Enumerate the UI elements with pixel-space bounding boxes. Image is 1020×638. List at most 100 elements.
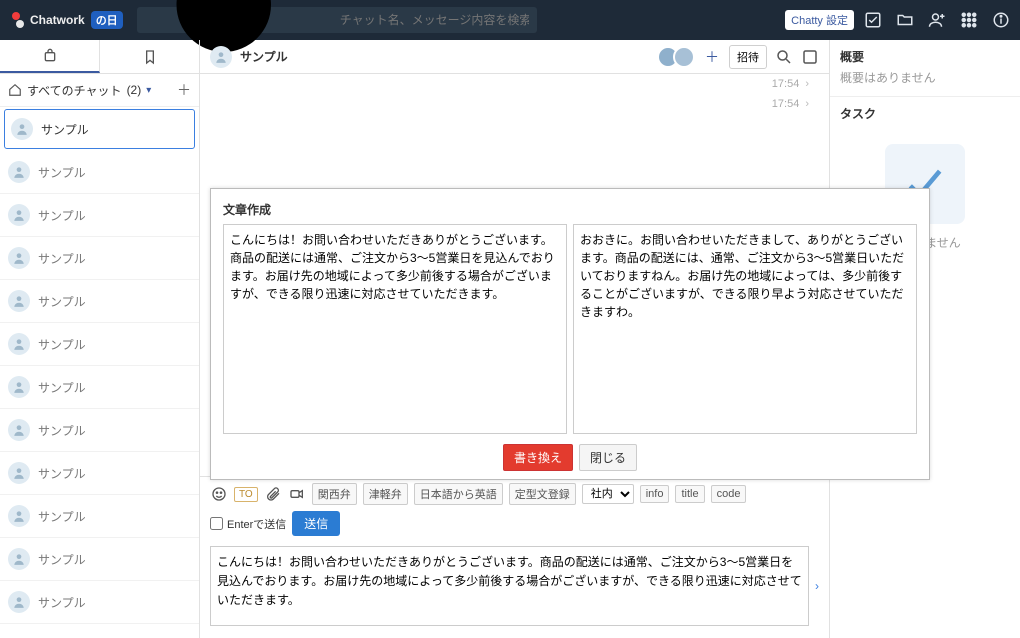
left-tabs xyxy=(0,40,199,74)
member-avatars[interactable] xyxy=(663,46,695,68)
chatty-settings-button[interactable]: Chatty 設定 xyxy=(785,10,854,30)
room-header: サンプル ＋ 招待 xyxy=(200,40,829,74)
top-icons xyxy=(864,11,1010,29)
info-icon[interactable] xyxy=(992,11,1010,29)
chat-item-label: サンプル xyxy=(38,250,86,267)
enter-send-toggle[interactable]: Enterで送信 xyxy=(210,516,286,532)
avatar-icon xyxy=(8,204,30,226)
chat-item-label: サンプル xyxy=(38,293,86,310)
enter-send-checkbox[interactable] xyxy=(210,517,223,530)
chip-info[interactable]: info xyxy=(640,485,670,503)
topbar: Chatwork の日 Chatty 設定 xyxy=(0,0,1020,40)
chat-item-label: サンプル xyxy=(38,551,86,568)
editor-right-textarea[interactable] xyxy=(573,224,917,434)
checkbox-icon[interactable] xyxy=(864,11,882,29)
chevron-right-icon: › xyxy=(805,98,809,110)
add-contact-icon[interactable] xyxy=(928,11,946,29)
expand-icon[interactable] xyxy=(801,48,819,66)
avatar-icon xyxy=(8,505,30,527)
avatar-icon xyxy=(11,118,33,140)
search-icon[interactable] xyxy=(775,48,793,66)
avatar-icon xyxy=(210,46,232,68)
chat-item[interactable]: サンプル xyxy=(0,366,199,409)
attachment-icon[interactable] xyxy=(264,485,282,503)
chat-item[interactable]: サンプル xyxy=(0,151,199,194)
day-badge: の日 xyxy=(91,11,123,29)
compose-area: TO 関西弁 津軽弁 日本語から英語 定型文登録 社内 info title c… xyxy=(200,476,829,638)
chat-filter-label: すべてのチャット xyxy=(27,82,122,99)
chevron-right-icon: › xyxy=(805,78,809,90)
chat-item-label: サンプル xyxy=(41,121,89,138)
chat-item[interactable]: サンプル xyxy=(0,280,199,323)
avatar-icon xyxy=(8,376,30,398)
chat-item[interactable]: サンプル xyxy=(0,581,199,624)
chat-item-label: サンプル xyxy=(38,422,86,439)
product-name: Chatwork xyxy=(30,13,85,27)
chat-item-label: サンプル xyxy=(38,508,86,525)
convert-kansai-button[interactable]: 関西弁 xyxy=(312,483,357,505)
compose-toolbar: TO 関西弁 津軽弁 日本語から英語 定型文登録 社内 info title c… xyxy=(200,477,829,542)
scope-select[interactable]: 社内 xyxy=(582,484,634,504)
avatar-icon xyxy=(8,161,30,183)
emoji-icon[interactable] xyxy=(210,485,228,503)
chip-code[interactable]: code xyxy=(711,485,747,503)
avatar-icon xyxy=(8,548,30,570)
chat-item[interactable]: サンプル xyxy=(0,538,199,581)
chat-item-label: サンプル xyxy=(38,594,86,611)
editor-left-textarea[interactable] xyxy=(223,224,567,434)
chat-filter-count: (2) xyxy=(127,83,142,97)
tab-chats[interactable] xyxy=(0,40,100,73)
avatar-icon xyxy=(8,419,30,441)
invite-button[interactable]: 招待 xyxy=(729,45,767,69)
avatar-icon xyxy=(673,46,695,68)
avatar-icon xyxy=(8,247,30,269)
register-template-button[interactable]: 定型文登録 xyxy=(509,483,576,505)
chat-filter-dropdown[interactable]: すべてのチャット (2) ▾ xyxy=(8,82,151,99)
add-chat-button[interactable]: ＋ xyxy=(177,80,191,100)
send-button[interactable]: 送信 xyxy=(292,511,340,536)
chat-item[interactable]: サンプル xyxy=(0,323,199,366)
close-button[interactable]: 閉じる xyxy=(579,444,637,471)
chat-item[interactable]: サンプル xyxy=(0,409,199,452)
avatar-icon xyxy=(8,333,30,355)
overview-empty-text: 概要はありません xyxy=(830,67,1020,96)
search-input[interactable] xyxy=(340,13,529,27)
enter-send-label: Enterで送信 xyxy=(227,516,286,532)
rewrite-button[interactable]: 書き換え xyxy=(503,444,573,471)
chat-item[interactable]: サンプル xyxy=(0,452,199,495)
expand-compose-icon[interactable]: › xyxy=(813,579,821,593)
chevron-down-icon: ▾ xyxy=(146,85,151,96)
room-title: サンプル xyxy=(240,48,288,65)
overview-title: 概要 xyxy=(830,40,1020,67)
logo: Chatwork の日 xyxy=(10,11,123,29)
chat-item[interactable]: サンプル xyxy=(0,194,199,237)
home-icon xyxy=(8,83,22,97)
chat-item-label: サンプル xyxy=(38,336,86,353)
chat-item[interactable]: サンプル xyxy=(0,495,199,538)
editor-title: 文章作成 xyxy=(223,201,917,218)
timestamp: 17:54 xyxy=(772,98,800,110)
chip-title[interactable]: title xyxy=(675,485,704,503)
center-column: サンプル ＋ 招待 17:54› 17:54› 文章作成 xyxy=(200,40,830,638)
tab-bookmarks[interactable] xyxy=(100,40,199,73)
convert-tsugaru-button[interactable]: 津軽弁 xyxy=(363,483,408,505)
chat-item[interactable]: サンプル xyxy=(0,237,199,280)
compose-textarea[interactable] xyxy=(210,546,809,626)
add-member-button[interactable]: ＋ xyxy=(703,47,721,67)
folder-icon[interactable] xyxy=(896,11,914,29)
left-sidebar: すべてのチャット(2) ▾ ＋ サンプル サンプルサンプルサンプルサンプルサンプ… xyxy=(0,40,200,638)
logo-mark-icon xyxy=(10,12,26,28)
apps-icon[interactable] xyxy=(960,11,978,29)
chat-item-active[interactable]: サンプル xyxy=(4,109,195,149)
video-icon[interactable] xyxy=(288,485,306,503)
to-button[interactable]: TO xyxy=(234,487,258,502)
avatar-icon xyxy=(8,591,30,613)
convert-ja2en-button[interactable]: 日本語から英語 xyxy=(414,483,503,505)
task-title: タスク xyxy=(830,97,1020,124)
chat-item-label: サンプル xyxy=(38,207,86,224)
chat-item-label: サンプル xyxy=(38,465,86,482)
chat-filter-row: すべてのチャット (2) ▾ ＋ xyxy=(0,74,199,107)
search-box[interactable] xyxy=(137,7,537,33)
compose-editor-panel: 文章作成 書き換え 閉じる xyxy=(210,188,930,480)
avatar-icon xyxy=(8,462,30,484)
